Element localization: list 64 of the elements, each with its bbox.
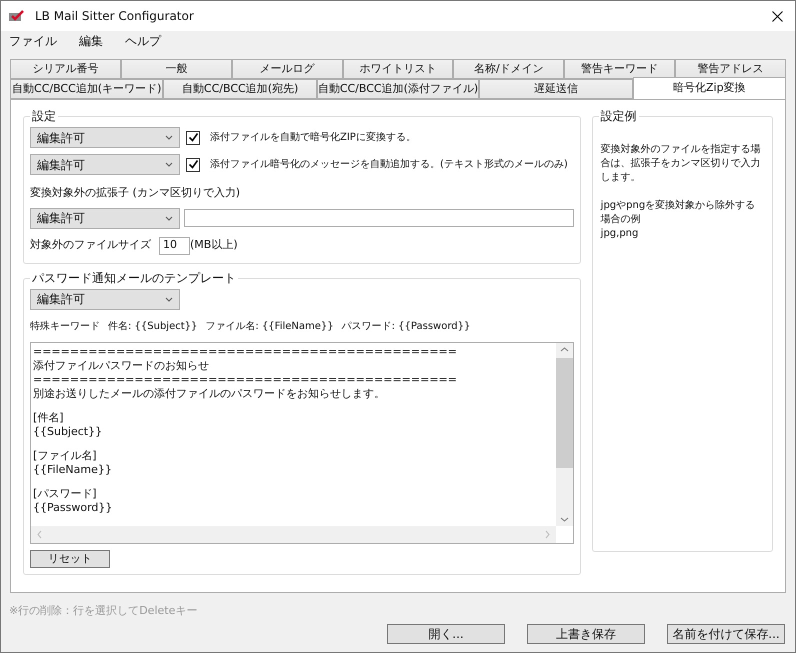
checkbox-label: 添付ファイル暗号化のメッセージを自動追加する。(テキスト形式のメールのみ)	[210, 158, 568, 172]
tab[interactable]: 自動CC/BCC追加(宛先)	[163, 79, 317, 99]
tab[interactable]: シリアル番号	[10, 59, 121, 79]
tab[interactable]: 警告アドレス	[675, 59, 786, 79]
tab[interactable]: 一般	[120, 59, 232, 79]
template-line: 添付ファイルパスワードのお知らせ	[33, 358, 210, 372]
app-logo-icon	[9, 10, 27, 22]
permission-dropdown[interactable]: 編集許可	[30, 154, 180, 175]
keyword-label: ファイル名: {{FileName}}	[205, 320, 334, 334]
scroll-thumb[interactable]	[556, 358, 573, 468]
window-title: LB Mail Sitter Configurator	[35, 8, 194, 25]
scroll-down-icon[interactable]	[560, 516, 569, 522]
template-line: [パスワード]	[33, 486, 98, 500]
field-label: 対象外のファイルサイズ	[30, 237, 151, 254]
keyword-label: 特殊キーワード	[30, 320, 100, 334]
extensions-field[interactable]	[184, 209, 574, 227]
keyword-label: パスワード: {{Password}}	[342, 320, 470, 334]
footer-button[interactable]: 上書き保存	[527, 624, 645, 644]
tab[interactable]: ホワイトリスト	[342, 59, 454, 79]
group-title: パスワード通知メールのテンプレート	[30, 270, 238, 284]
menu-item[interactable]: 編集	[75, 32, 107, 50]
size-field[interactable]: 10	[159, 236, 190, 254]
template-line: {{Password}}	[33, 500, 114, 514]
menu-item[interactable]: ヘルプ	[121, 32, 165, 50]
tab[interactable]: 名称/ドメイン	[453, 59, 564, 79]
template-line: ==============================================	[33, 372, 458, 386]
field-label: 変換対象外の拡張子 (カンマ区切りで入力)	[30, 185, 242, 201]
unit-label: (MB以上)	[190, 237, 238, 254]
template-line: {{FileName}}	[33, 462, 113, 476]
caret-icon	[165, 135, 173, 140]
template-field[interactable]	[30, 342, 574, 544]
tab[interactable]: 警告キーワード	[564, 59, 676, 79]
reset-button[interactable]: リセット	[30, 550, 110, 568]
example-text: jpgやpngを変換対象から除外する場合の例 jpg,png	[600, 199, 756, 241]
close-icon[interactable]	[772, 10, 783, 22]
caret-icon	[165, 162, 173, 167]
template-line: [ファイル名]	[33, 448, 98, 462]
hint-text: ※行の削除：行を選択してDeleteキー	[9, 603, 198, 619]
footer-button[interactable]: 開く...	[387, 624, 505, 644]
example-text: 変換対象外のファイルを指定する場合は、拡張子をカンマ区切りで入力します。	[600, 143, 762, 185]
menu-item[interactable]: ファイル	[5, 32, 61, 50]
template-line: {{Subject}}	[33, 424, 104, 438]
vertical-scrollbar[interactable]	[556, 342, 573, 526]
group-title: 設定例	[598, 109, 639, 123]
checkbox[interactable]	[186, 130, 200, 144]
tab[interactable]: 自動CC/BCC追加(添付ファイル)	[316, 79, 480, 99]
scroll-up-icon[interactable]	[560, 346, 569, 352]
permission-dropdown[interactable]: 編集許可	[30, 127, 180, 148]
keyword-label: 件名: {{Subject}}	[108, 320, 198, 334]
group-title: 設定	[30, 109, 58, 123]
checkbox-label: 添付ファイルを自動で暗号化ZIPに変換する。	[210, 130, 416, 145]
template-line: 別途お送りしたメールの添付ファイルのパスワードをお知らせします。	[33, 386, 386, 400]
caret-icon	[165, 216, 173, 220]
template-line: [件名]	[33, 410, 65, 424]
footer-button[interactable]: 名前を付けて保存...	[667, 624, 785, 644]
caret-icon	[165, 296, 173, 302]
tab[interactable]: 遅延送信	[479, 79, 633, 99]
tab[interactable]: 暗号化Zip変換	[632, 77, 786, 99]
checkbox[interactable]	[186, 158, 200, 172]
permission-dropdown[interactable]: 編集許可	[30, 208, 180, 228]
permission-dropdown[interactable]: 編集許可	[30, 288, 180, 310]
template-line: ==============================================	[33, 344, 458, 358]
tab[interactable]: 自動CC/BCC追加(キーワード)	[10, 79, 164, 99]
tab[interactable]: メールログ	[232, 59, 343, 79]
